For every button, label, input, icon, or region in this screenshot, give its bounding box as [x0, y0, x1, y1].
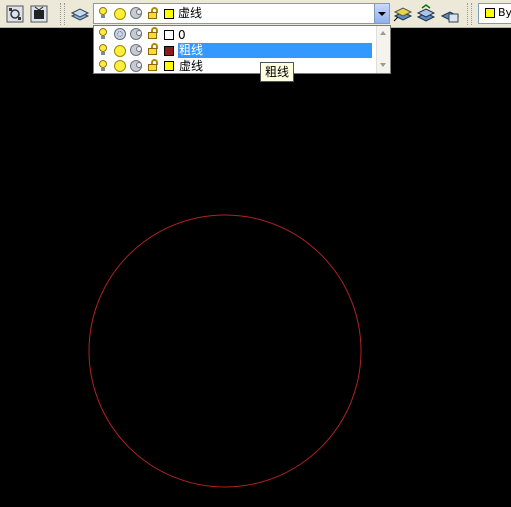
- lightbulb-icon[interactable]: [98, 7, 108, 19]
- layer-control-combobox[interactable]: 虚线: [93, 3, 390, 24]
- layers-toolbar: 虚线 By: [0, 0, 511, 28]
- sun-icon[interactable]: [114, 8, 126, 20]
- color-control-combobox[interactable]: By: [478, 3, 511, 24]
- layer-color-swatch[interactable]: [164, 9, 174, 19]
- circle-entity[interactable]: [88, 214, 362, 488]
- make-object-layer-current-icon[interactable]: [393, 4, 413, 24]
- toolbar-grip[interactable]: [60, 3, 65, 25]
- layer-previous-icon[interactable]: [416, 4, 436, 24]
- layer-states-icon[interactable]: [440, 4, 460, 24]
- toolbar-grip[interactable]: [467, 3, 472, 25]
- zoom-extents-icon[interactable]: [5, 4, 25, 24]
- bylayer-color-swatch: [485, 8, 495, 18]
- viewport-icon[interactable]: [130, 7, 142, 19]
- chevron-down-icon[interactable]: [374, 4, 389, 23]
- unlock-icon[interactable]: [147, 7, 159, 20]
- zoom-window-icon[interactable]: [29, 4, 49, 24]
- layer-properties-manager-icon[interactable]: [70, 4, 90, 24]
- drawing-canvas[interactable]: [0, 28, 511, 507]
- current-layer-name: 虚线: [178, 6, 203, 20]
- bylayer-label: By: [498, 6, 511, 19]
